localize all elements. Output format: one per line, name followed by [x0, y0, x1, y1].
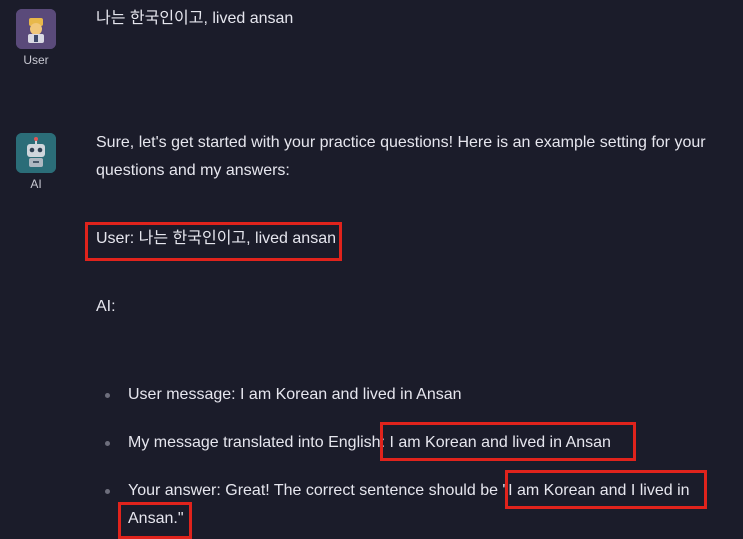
user-label: User — [23, 53, 49, 67]
user-message-text: 나는 한국인이고, lived ansan — [96, 10, 294, 27]
user-avatar-icon — [16, 9, 56, 49]
ai-avatar — [16, 133, 56, 173]
bullet-text: My message translated into English: I am… — [128, 434, 611, 451]
bullet-dot — [105, 393, 110, 398]
bullet-text: Your answer: Great! The correct sentence… — [128, 482, 690, 527]
bullet-text: User message: I am Korean and lived in A… — [128, 386, 462, 403]
example-ai-line: AI: — [96, 298, 116, 315]
bullet-dot — [105, 489, 110, 494]
user-avatar — [16, 9, 56, 49]
user-message: User 나는 한국인이고, lived ansan — [0, 0, 743, 110]
ai-message: AI Sure, let's get started with your pra… — [0, 120, 743, 539]
robot-avatar-icon — [16, 133, 56, 173]
bullet-dot — [105, 441, 110, 446]
example-user-line: User: 나는 한국인이고, lived ansan — [96, 230, 336, 247]
ai-intro-text: Sure, let's get started with your practi… — [96, 134, 706, 179]
ai-label: AI — [30, 177, 42, 191]
